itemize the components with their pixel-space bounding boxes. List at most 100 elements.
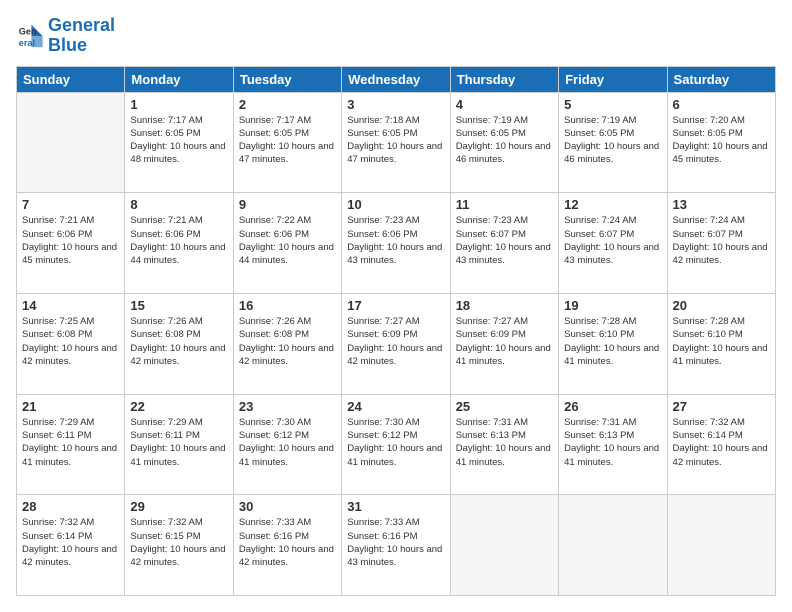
calendar-cell: 12 Sunrise: 7:24 AMSunset: 6:07 PMDayligh…	[559, 193, 667, 294]
day-number: 14	[22, 298, 119, 313]
day-number: 28	[22, 499, 119, 514]
calendar-cell: 26Sunrise: 7:31 AMSunset: 6:13 PMDayligh…	[559, 394, 667, 495]
calendar-cell: 10Sunrise: 7:23 AMSunset: 6:06 PMDayligh…	[342, 193, 450, 294]
day-info: Sunrise: 7:28 AMSunset: 6:10 PMDaylight:…	[564, 315, 661, 368]
calendar-cell: 6Sunrise: 7:20 AMSunset: 6:05 PMDaylight…	[667, 92, 775, 193]
calendar-cell: 8 Sunrise: 7:21 AMSunset: 6:06 PMDaylight…	[125, 193, 233, 294]
svg-text:Gen: Gen	[19, 26, 37, 36]
day-number: 19	[564, 298, 661, 313]
day-number: 4	[456, 97, 553, 112]
calendar-cell: 23 Sunrise: 7:30 AMSunset: 6:12 PMDayligh…	[233, 394, 341, 495]
day-number: 5	[564, 97, 661, 112]
calendar-header-friday: Friday	[559, 66, 667, 92]
day-number: 20	[673, 298, 770, 313]
logo: Gen eral GeneralBlue	[16, 16, 115, 56]
day-info: Sunrise: 7:27 AMSunset: 6:09 PMDaylight:…	[347, 315, 444, 368]
day-number: 26	[564, 399, 661, 414]
calendar-cell: 20Sunrise: 7:28 AMSunset: 6:10 PMDayligh…	[667, 293, 775, 394]
day-info: Sunrise: 7:17 AMSunset: 6:05 PMDaylight:…	[239, 114, 336, 167]
calendar-cell: 29 Sunrise: 7:32 AMSunset: 6:15 PMDayligh…	[125, 495, 233, 596]
calendar-cell: 16Sunrise: 7:26 AMSunset: 6:08 PMDayligh…	[233, 293, 341, 394]
day-number: 6	[673, 97, 770, 112]
calendar-cell	[667, 495, 775, 596]
calendar-cell: 11Sunrise: 7:23 AMSunset: 6:07 PMDayligh…	[450, 193, 558, 294]
calendar-header-sunday: Sunday	[17, 66, 125, 92]
day-number: 24	[347, 399, 444, 414]
day-number: 29	[130, 499, 227, 514]
svg-text:eral: eral	[19, 38, 35, 48]
day-number: 1	[130, 97, 227, 112]
day-info: Sunrise: 7:19 AMSunset: 6:05 PMDaylight:…	[564, 114, 661, 167]
day-info: Sunrise: 7:19 AMSunset: 6:05 PMDaylight:…	[456, 114, 553, 167]
calendar-cell: 30Sunrise: 7:33 AMSunset: 6:16 PMDayligh…	[233, 495, 341, 596]
calendar-cell: 21Sunrise: 7:29 AMSunset: 6:11 PMDayligh…	[17, 394, 125, 495]
day-number: 11	[456, 197, 553, 212]
calendar-header-wednesday: Wednesday	[342, 66, 450, 92]
day-info: Sunrise: 7:32 AMSunset: 6:14 PMDaylight:…	[22, 516, 119, 569]
day-number: 16	[239, 298, 336, 313]
day-info: Sunrise: 7:26 AMSunset: 6:08 PMDaylight:…	[130, 315, 227, 368]
day-info: Sunrise: 7:17 AMSunset: 6:05 PMDaylight:…	[130, 114, 227, 167]
day-number: 2	[239, 97, 336, 112]
calendar-cell: 24Sunrise: 7:30 AMSunset: 6:12 PMDayligh…	[342, 394, 450, 495]
day-number: 10	[347, 197, 444, 212]
calendar-cell: 5 Sunrise: 7:19 AMSunset: 6:05 PMDaylight…	[559, 92, 667, 193]
calendar-cell	[17, 92, 125, 193]
day-number: 13	[673, 197, 770, 212]
day-number: 27	[673, 399, 770, 414]
day-number: 31	[347, 499, 444, 514]
day-number: 30	[239, 499, 336, 514]
calendar-cell: 13Sunrise: 7:24 AMSunset: 6:07 PMDayligh…	[667, 193, 775, 294]
calendar-week-4: 21 Sunrise: 7:29 AMSunset: 6:11 PMDayligh…	[17, 394, 776, 495]
day-info: Sunrise: 7:27 AMSunset: 6:09 PMDaylight:…	[456, 315, 553, 368]
calendar-header-row: SundayMondayTuesdayWednesdayThursdayFrid…	[17, 66, 776, 92]
day-number: 25	[456, 399, 553, 414]
day-info: Sunrise: 7:32 AMSunset: 6:15 PMDaylight:…	[130, 516, 227, 569]
calendar-cell: 1 Sunrise: 7:17 AMSunset: 6:05 PMDaylight…	[125, 92, 233, 193]
day-number: 22	[130, 399, 227, 414]
day-info: Sunrise: 7:24 AMSunset: 6:07 PMDaylight:…	[564, 214, 661, 267]
calendar-week-1: 1 Sunrise: 7:17 AMSunset: 6:05 PMDaylight…	[17, 92, 776, 193]
day-info: Sunrise: 7:29 AMSunset: 6:11 PMDaylight:…	[130, 416, 227, 469]
calendar-cell: 3Sunrise: 7:18 AMSunset: 6:05 PMDaylight…	[342, 92, 450, 193]
day-number: 15	[130, 298, 227, 313]
day-number: 17	[347, 298, 444, 313]
calendar-cell: 4 Sunrise: 7:19 AMSunset: 6:05 PMDaylight…	[450, 92, 558, 193]
day-info: Sunrise: 7:25 AMSunset: 6:08 PMDaylight:…	[22, 315, 119, 368]
calendar-cell	[559, 495, 667, 596]
header: Gen eral GeneralBlue	[16, 16, 776, 56]
logo-text: GeneralBlue	[48, 16, 115, 56]
day-info: Sunrise: 7:30 AMSunset: 6:12 PMDaylight:…	[239, 416, 336, 469]
calendar-cell: 7Sunrise: 7:21 AMSunset: 6:06 PMDaylight…	[17, 193, 125, 294]
calendar-header-thursday: Thursday	[450, 66, 558, 92]
day-number: 9	[239, 197, 336, 212]
calendar-header-monday: Monday	[125, 66, 233, 92]
day-number: 18	[456, 298, 553, 313]
day-info: Sunrise: 7:33 AMSunset: 6:16 PMDaylight:…	[347, 516, 444, 569]
logo-icon: Gen eral	[16, 22, 44, 50]
calendar-cell: 19 Sunrise: 7:28 AMSunset: 6:10 PMDayligh…	[559, 293, 667, 394]
day-info: Sunrise: 7:21 AMSunset: 6:06 PMDaylight:…	[130, 214, 227, 267]
page: Gen eral GeneralBlue SundayMondayTuesday…	[0, 0, 792, 612]
calendar-week-3: 14 Sunrise: 7:25 AMSunset: 6:08 PMDayligh…	[17, 293, 776, 394]
calendar-cell: 25 Sunrise: 7:31 AMSunset: 6:13 PMDayligh…	[450, 394, 558, 495]
day-number: 12	[564, 197, 661, 212]
calendar-header-tuesday: Tuesday	[233, 66, 341, 92]
day-info: Sunrise: 7:22 AMSunset: 6:06 PMDaylight:…	[239, 214, 336, 267]
day-info: Sunrise: 7:31 AMSunset: 6:13 PMDaylight:…	[456, 416, 553, 469]
calendar-cell: 18 Sunrise: 7:27 AMSunset: 6:09 PMDayligh…	[450, 293, 558, 394]
day-info: Sunrise: 7:18 AMSunset: 6:05 PMDaylight:…	[347, 114, 444, 167]
calendar-cell: 31 Sunrise: 7:33 AMSunset: 6:16 PMDayligh…	[342, 495, 450, 596]
day-number: 8	[130, 197, 227, 212]
day-number: 7	[22, 197, 119, 212]
calendar-cell: 22 Sunrise: 7:29 AMSunset: 6:11 PMDayligh…	[125, 394, 233, 495]
day-number: 23	[239, 399, 336, 414]
calendar-cell: 15 Sunrise: 7:26 AMSunset: 6:08 PMDayligh…	[125, 293, 233, 394]
calendar-header-saturday: Saturday	[667, 66, 775, 92]
calendar-week-2: 7 Sunrise: 7:21 AMSunset: 6:06 PMDaylight…	[17, 193, 776, 294]
calendar-cell: 28 Sunrise: 7:32 AMSunset: 6:14 PMDayligh…	[17, 495, 125, 596]
day-number: 21	[22, 399, 119, 414]
calendar-cell	[450, 495, 558, 596]
day-info: Sunrise: 7:32 AMSunset: 6:14 PMDaylight:…	[673, 416, 770, 469]
calendar-cell: 14 Sunrise: 7:25 AMSunset: 6:08 PMDayligh…	[17, 293, 125, 394]
